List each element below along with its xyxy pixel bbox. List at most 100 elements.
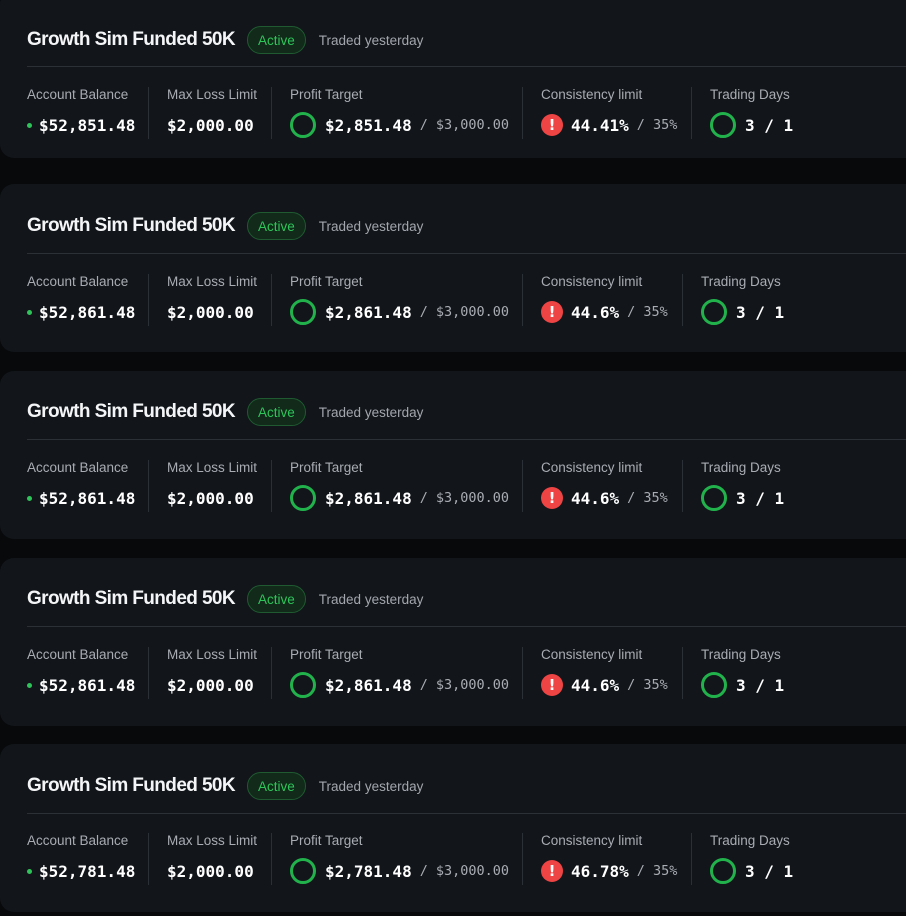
trading-days-label: Trading Days [701,274,781,289]
account-balance-stat: Account Balance $52,781.48 [27,833,135,885]
last-traded-text: Traded yesterday [318,591,424,607]
trading-days-label: Trading Days [710,833,790,848]
stat-divider [522,274,523,326]
stat-divider [271,647,272,699]
stat-divider [682,647,683,699]
profit-target-label: Profit Target [290,87,363,102]
slash-separator: / [627,677,636,693]
max-loss-stat: Max Loss Limit $2,000.00 [167,274,257,326]
account-card[interactable]: Growth Sim Funded 50K Active Traded yest… [0,371,906,539]
slash-separator: / [636,117,645,133]
account-balance-stat: Account Balance $52,851.48 [27,87,135,139]
max-loss-value: $2,000.00 [167,861,254,881]
stat-divider [691,833,692,885]
stats-row: Account Balance $52,861.48 Max Loss Limi… [0,647,906,699]
consistency-limit-value: 35% [643,490,668,506]
max-loss-label: Max Loss Limit [167,460,258,475]
stats-row: Account Balance $52,781.48 Max Loss Limi… [0,833,906,885]
progress-ring-icon [290,858,316,884]
consistency-label: Consistency limit [541,647,643,662]
stats-row: Account Balance $52,851.48 Max Loss Limi… [0,87,906,139]
max-loss-value: $2,000.00 [167,115,254,135]
max-loss-label: Max Loss Limit [167,274,258,289]
consistency-value: 44.6% [571,488,620,508]
stat-divider [522,460,523,512]
account-balance-label: Account Balance [27,460,129,475]
account-balance-stat: Account Balance $52,861.48 [27,460,135,512]
trading-days-label: Trading Days [701,460,781,475]
account-card[interactable]: Growth Sim Funded 50K Active Traded yest… [0,0,906,158]
progress-ring-icon [290,485,316,511]
profit-target-stat: Profit Target $2,861.48 / $3,000.00 [290,460,509,512]
status-badge: Active [247,26,306,54]
status-dot-icon [27,495,32,501]
profit-target-label: Profit Target [290,833,363,848]
account-header: Growth Sim Funded 50K Active Traded yest… [27,770,423,802]
header-divider [27,253,906,254]
account-card[interactable]: Growth Sim Funded 50K Active Traded yest… [0,558,906,726]
exclamation-icon: ! [541,674,563,696]
profit-target-label: Profit Target [290,274,363,289]
account-balance-stat: Account Balance $52,861.48 [27,647,135,699]
account-card[interactable]: Growth Sim Funded 50K Active Traded yest… [0,184,906,352]
slash-separator: / [419,304,428,320]
trading-days-value: 3 / 1 [745,861,794,881]
stats-row: Account Balance $52,861.48 Max Loss Limi… [0,460,906,512]
profit-target-stat: Profit Target $2,861.48 / $3,000.00 [290,274,509,326]
max-loss-label: Max Loss Limit [167,647,258,662]
stat-divider [522,647,523,699]
exclamation-icon: ! [541,487,563,509]
consistency-stat: Consistency limit ! 46.78% / 35% [541,833,677,885]
account-title: Growth Sim Funded 50K [27,401,236,422]
stat-divider [271,833,272,885]
consistency-limit-value: 35% [652,117,678,133]
stat-divider [271,460,272,512]
exclamation-icon: ! [541,114,563,136]
slash-separator: / [419,117,428,133]
stats-row: Account Balance $52,861.48 Max Loss Limi… [0,274,906,326]
account-balance-label: Account Balance [27,647,129,662]
profit-current-value: $2,861.48 [325,675,412,695]
account-balance-value: $52,781.48 [39,861,136,881]
account-header: Growth Sim Funded 50K Active Traded yest… [27,210,423,242]
stat-divider [148,647,149,699]
slash-separator: / [419,863,428,879]
trading-days-stat: Trading Days 3 / 1 [701,460,784,512]
stat-divider [148,460,149,512]
consistency-stat: Consistency limit ! 44.41% / 35% [541,87,677,139]
stat-divider [271,87,272,139]
consistency-limit-value: 35% [643,677,668,693]
stat-divider [682,274,683,326]
consistency-label: Consistency limit [541,833,643,848]
account-title: Growth Sim Funded 50K [27,215,236,236]
account-card[interactable]: Growth Sim Funded 50K Active Traded yest… [0,744,906,912]
profit-target-value: $3,000.00 [435,304,509,320]
last-traded-text: Traded yesterday [318,32,424,48]
account-balance-stat: Account Balance $52,861.48 [27,274,135,326]
stat-divider [271,274,272,326]
account-balance-value: $52,861.48 [39,675,136,695]
consistency-stat: Consistency limit ! 44.6% / 35% [541,647,668,699]
stat-divider [522,87,523,139]
stat-divider [682,460,683,512]
account-header: Growth Sim Funded 50K Active Traded yest… [27,396,423,428]
max-loss-label: Max Loss Limit [167,833,258,848]
max-loss-value: $2,000.00 [167,488,254,508]
header-divider [27,813,906,814]
progress-ring-icon [290,112,316,138]
max-loss-stat: Max Loss Limit $2,000.00 [167,460,257,512]
consistency-stat: Consistency limit ! 44.6% / 35% [541,274,668,326]
profit-target-stat: Profit Target $2,781.48 / $3,000.00 [290,833,509,885]
status-dot-icon [27,122,32,128]
status-dot-icon [27,682,32,688]
profit-target-stat: Profit Target $2,851.48 / $3,000.00 [290,87,509,139]
max-loss-value: $2,000.00 [167,675,254,695]
max-loss-stat: Max Loss Limit $2,000.00 [167,647,257,699]
progress-ring-icon [710,858,736,884]
profit-current-value: $2,781.48 [325,861,412,881]
profit-target-value: $3,000.00 [435,117,509,133]
profit-target-value: $3,000.00 [435,490,509,506]
status-badge: Active [247,398,306,426]
exclamation-icon: ! [541,301,563,323]
slash-separator: / [419,490,428,506]
